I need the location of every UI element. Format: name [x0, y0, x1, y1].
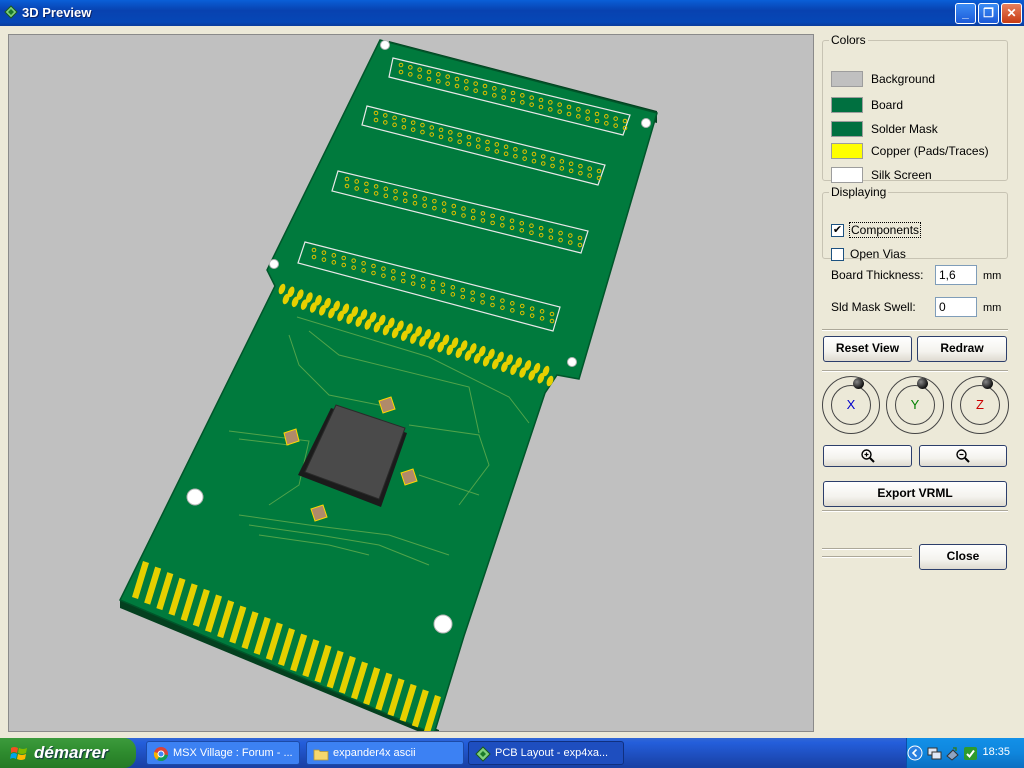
- title-bar[interactable]: 3D Preview _ ❐ ✕: [0, 0, 1024, 26]
- sld-mask-swell-label: Sld Mask Swell:: [831, 300, 916, 314]
- zoom-in-icon: [860, 449, 875, 463]
- close-window-button[interactable]: ✕: [1001, 3, 1022, 24]
- pcb-app-icon: [4, 5, 18, 19]
- pcb-icon: [475, 746, 491, 762]
- pcb-3d-render: [118, 39, 658, 731]
- components-checkbox[interactable]: ✔: [831, 224, 844, 237]
- copper-color-swatch[interactable]: [831, 143, 863, 159]
- z-axis-label: Z: [976, 397, 984, 412]
- displaying-group: Displaying ✔ Components Open Vias: [822, 185, 1008, 261]
- board-thickness-unit: mm: [983, 270, 1002, 282]
- close-button[interactable]: Close: [919, 544, 1007, 570]
- y-axis-label: Y: [910, 397, 920, 412]
- reset-view-button[interactable]: Reset View: [823, 336, 912, 362]
- background-color-label: Background: [871, 72, 936, 86]
- colors-group: Colors Background Board Solder Mask Copp…: [822, 33, 1008, 183]
- taskbar-item-label: PCB Layout - exp4xa...: [495, 747, 609, 759]
- colors-legend: Colors: [831, 33, 866, 47]
- rotate-y-dial[interactable]: Y: [886, 376, 944, 434]
- window-title: 3D Preview: [22, 5, 92, 20]
- separator: [822, 329, 1008, 331]
- redraw-button[interactable]: Redraw: [917, 336, 1007, 362]
- chrome-icon: [153, 747, 168, 762]
- rotate-x-dial[interactable]: X: [822, 376, 880, 434]
- components-label[interactable]: Components: [848, 222, 922, 238]
- open-vias-label[interactable]: Open Vias: [850, 247, 906, 261]
- separator: [822, 556, 912, 558]
- separator: [822, 510, 1008, 512]
- restore-button[interactable]: ❐: [978, 3, 999, 24]
- board-color-swatch[interactable]: [831, 97, 863, 113]
- taskbar-item-browser[interactable]: MSX Village : Forum - ...: [146, 741, 300, 765]
- taskbar-item-folder[interactable]: expander4x ascii: [306, 741, 464, 765]
- board-thickness-input[interactable]: [935, 265, 977, 285]
- taskbar-clock: 18:35: [982, 746, 1010, 758]
- pcb-board: [118, 39, 658, 731]
- separator: [822, 548, 912, 550]
- zoom-out-icon: [956, 449, 970, 463]
- taskbar-item-pcb-layout[interactable]: PCB Layout - exp4xa...: [468, 741, 624, 765]
- copper-color-label: Copper (Pads/Traces): [871, 144, 989, 158]
- minimize-button[interactable]: _: [955, 3, 976, 24]
- silk-screen-color-label: Silk Screen: [871, 168, 932, 182]
- export-vrml-button[interactable]: Export VRML: [823, 481, 1007, 507]
- taskbar: démarrer MSX Village : Forum - ... expan…: [0, 738, 1024, 768]
- start-label: démarrer: [34, 743, 108, 762]
- silk-screen-color-swatch[interactable]: [831, 167, 863, 183]
- displaying-legend: Displaying: [831, 185, 887, 199]
- zoom-in-button[interactable]: [823, 445, 912, 467]
- taskbar-item-label: MSX Village : Forum - ...: [173, 747, 293, 759]
- taskbar-item-label: expander4x ascii: [333, 747, 416, 759]
- network-icon[interactable]: [927, 746, 942, 761]
- sld-mask-swell-unit: mm: [983, 302, 1002, 314]
- solder-mask-color-label: Solder Mask: [871, 122, 938, 136]
- x-axis-label: X: [846, 397, 856, 412]
- rotate-z-dial[interactable]: Z: [951, 376, 1009, 434]
- solder-mask-color-swatch[interactable]: [831, 121, 863, 137]
- start-button[interactable]: démarrer: [0, 738, 136, 768]
- chevron-left-icon[interactable]: [907, 745, 923, 761]
- system-tray: 18:35: [906, 738, 1024, 768]
- board-color-label: Board: [871, 98, 904, 112]
- open-vias-checkbox[interactable]: [831, 248, 844, 261]
- background-color-swatch[interactable]: [831, 71, 863, 87]
- separator: [822, 370, 1008, 372]
- sld-mask-swell-input[interactable]: [935, 297, 977, 317]
- safely-remove-hardware-icon[interactable]: [945, 746, 960, 761]
- zoom-out-button[interactable]: [919, 445, 1007, 467]
- security-check-icon[interactable]: [963, 746, 978, 761]
- 3d-viewport[interactable]: [8, 34, 814, 732]
- control-panel: Colors Background Board Solder Mask Copp…: [818, 30, 1018, 730]
- folder-icon: [313, 749, 329, 761]
- board-thickness-label: Board Thickness:: [831, 268, 924, 282]
- windows-flag-icon: [10, 747, 27, 760]
